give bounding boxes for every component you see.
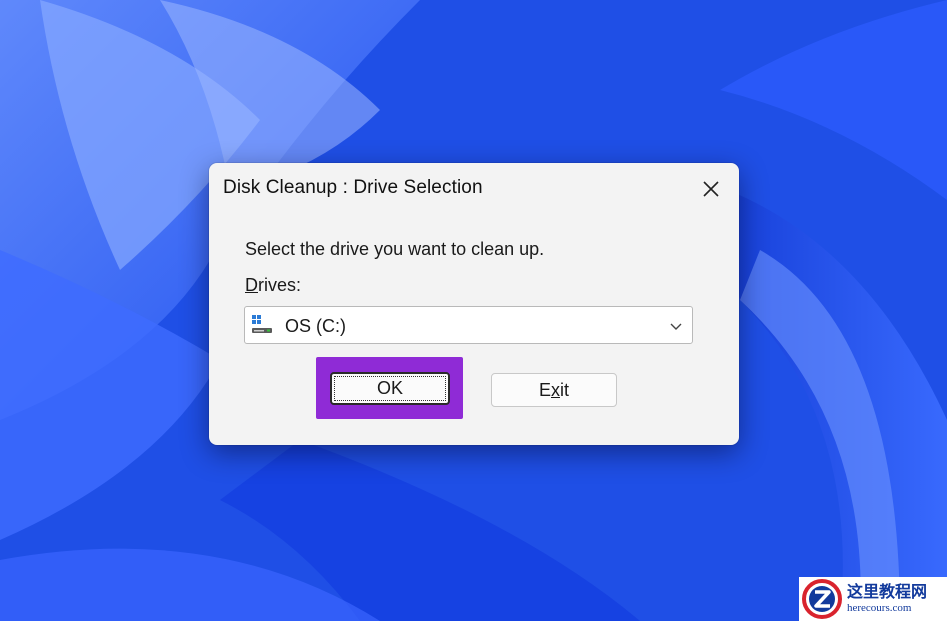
drives-label-text: rives: [258, 275, 302, 295]
drives-label: Drives: [245, 275, 301, 296]
exit-label-accelerator: x [551, 379, 560, 400]
exit-button[interactable]: Ex it [491, 373, 617, 407]
ok-button[interactable]: OK [330, 372, 450, 405]
close-button[interactable] [695, 173, 727, 205]
watermark-text-cn: 这里教程网 [847, 582, 928, 601]
instruction-text: Select the drive you want to clean up. [245, 239, 545, 259]
drive-icon [252, 315, 272, 333]
dialog-title: Disk Cleanup : Drive Selection [223, 177, 483, 198]
z-logo-icon [802, 579, 842, 619]
chevron-down-icon [670, 323, 682, 330]
watermark-text-en: herecours.com [847, 602, 912, 614]
selected-drive: OS (C:) [285, 316, 346, 336]
site-watermark: 这里教程网 herecours.com [799, 577, 947, 621]
exit-label-end: it [560, 379, 569, 400]
drives-dropdown[interactable]: OS (C:) [244, 306, 693, 344]
drive-selection-dialog: Disk Cleanup : Drive Selection Select th… [209, 163, 739, 445]
exit-label-start: E [538, 379, 551, 400]
close-icon [703, 181, 719, 197]
drives-label-accelerator: D [245, 275, 258, 295]
